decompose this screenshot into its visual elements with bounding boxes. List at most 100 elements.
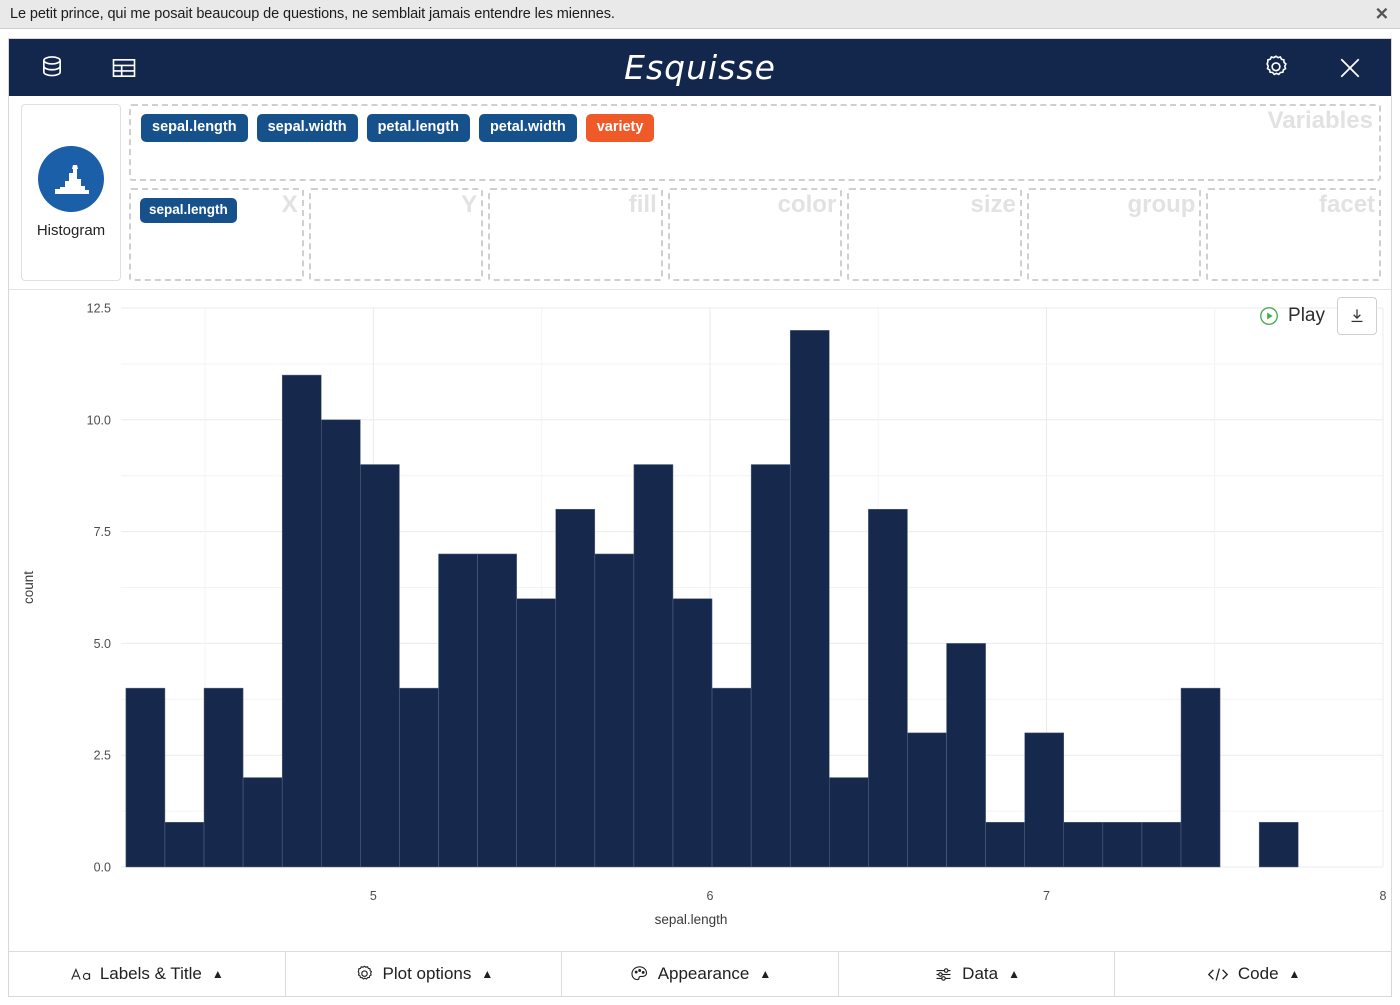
dropzone-size[interactable]: size	[847, 188, 1022, 281]
histogram-bar	[946, 643, 986, 868]
histogram-bar	[242, 777, 283, 868]
x-tick-label: 7	[1043, 889, 1050, 903]
geom-selector-histogram[interactable]: Histogram	[21, 104, 121, 281]
plot-area: Play 0.0 2.5 5.0 7.5 10.0 12.5 5 6 7 8 sepal.lengt…	[9, 289, 1391, 951]
sliders-icon	[933, 964, 954, 985]
data-button[interactable]: Data ▲	[838, 952, 1116, 996]
histogram-bar	[281, 374, 322, 868]
code-icon	[1206, 965, 1230, 984]
dropzone-color-label: color	[777, 191, 837, 219]
plot-options-button[interactable]: Plot options ▲	[285, 952, 563, 996]
x-tick-label: 6	[706, 889, 713, 903]
notification-text: Le petit prince, qui me posait beaucoup …	[10, 6, 615, 22]
histogram-bar	[1102, 822, 1143, 868]
labels-title-label: Labels & Title	[99, 964, 202, 983]
histogram-bar	[438, 553, 478, 868]
histogram-bar	[360, 464, 400, 868]
x-tick-label: 8	[1380, 889, 1387, 903]
dropzone-x[interactable]: X sepal.length	[129, 188, 304, 281]
download-button[interactable]	[1337, 297, 1377, 335]
close-icon[interactable]	[1327, 45, 1373, 91]
navbar-left-icons	[9, 45, 147, 91]
dropzone-facet[interactable]: facet	[1206, 188, 1382, 281]
code-button[interactable]: Code ▲	[1115, 952, 1391, 996]
histogram-bar	[1063, 822, 1104, 868]
dropzone-size-label: size	[970, 191, 1016, 219]
app-navbar: Esquisse	[9, 39, 1391, 96]
x-axis-title: sepal.length	[655, 912, 728, 927]
variable-chip-sepal-length[interactable]: sepal.length	[141, 114, 248, 142]
dropzone-fill[interactable]: fill	[488, 188, 663, 281]
database-icon[interactable]	[29, 45, 75, 91]
dropzone-facet-label: facet	[1319, 191, 1376, 219]
table-icon[interactable]	[101, 45, 147, 91]
download-icon	[1351, 309, 1363, 323]
histogram-bar	[1180, 687, 1221, 868]
y-axis-title: count	[21, 571, 36, 604]
histogram-bar	[868, 508, 908, 868]
controls-area: Histogram Variables sepal.length sepal.w…	[9, 96, 1391, 289]
aesthetics-row: X sepal.length Y fill color size group f…	[129, 188, 1382, 281]
data-label: Data	[962, 964, 999, 983]
caret-up-icon: ▲	[211, 967, 224, 981]
plot-options-label: Plot options	[382, 964, 472, 983]
palette-icon	[629, 964, 650, 985]
histogram-bar	[555, 508, 596, 868]
variable-chip-sepal-width[interactable]: sepal.width	[256, 114, 358, 142]
x-tick-label: 5	[370, 889, 377, 903]
notification-bar: Le petit prince, qui me posait beaucoup …	[0, 0, 1400, 29]
histogram-bar	[633, 464, 674, 868]
dropzone-group[interactable]: group	[1026, 188, 1202, 281]
plot-overlay-controls: Play	[1258, 297, 1377, 335]
histogram-bar	[203, 687, 244, 868]
dropzones: Variables sepal.length sepal.width petal…	[129, 104, 1382, 281]
gear-icon[interactable]	[1253, 45, 1299, 91]
bottom-toolbar: Labels & Title ▲ Plot options ▲ Appearan…	[9, 951, 1391, 996]
caret-up-icon: ▲	[1008, 967, 1020, 981]
y-tick-label: 0.0	[94, 861, 111, 875]
navbar-right-icons	[1253, 45, 1373, 91]
histogram-bar	[1258, 822, 1299, 868]
dropzone-y-label: Y	[461, 191, 478, 219]
dropzone-y[interactable]: Y	[308, 188, 484, 281]
app-title: Esquisse	[624, 48, 776, 87]
histogram-bar	[711, 687, 752, 868]
histogram-bar	[516, 598, 556, 868]
histogram-bar	[321, 419, 361, 868]
histogram-bar	[829, 777, 869, 868]
histogram-bar	[985, 822, 1025, 868]
variables-dropzone[interactable]: Variables sepal.length sepal.width petal…	[129, 104, 1381, 182]
labels-title-button[interactable]: Labels & Title ▲	[9, 952, 286, 996]
y-tick-label: 10.0	[87, 413, 111, 427]
play-button[interactable]: Play	[1258, 305, 1325, 327]
caret-up-icon: ▲	[759, 967, 772, 981]
appearance-label: Appearance	[657, 964, 750, 983]
dropzone-group-label: group	[1127, 191, 1196, 219]
histogram-icon	[38, 146, 104, 212]
y-tick-label: 7.5	[94, 525, 111, 539]
histogram-bar	[789, 330, 830, 868]
variables-zone-label: Variables	[1267, 107, 1373, 134]
histogram-chart: 0.0 2.5 5.0 7.5 10.0 12.5 5 6 7 8 sepal.length coun…	[21, 302, 1387, 928]
dropzone-color[interactable]: color	[667, 188, 843, 281]
variable-chip-variety[interactable]: variety	[585, 114, 655, 142]
y-tick-label: 2.5	[94, 749, 111, 763]
histogram-bar	[1141, 822, 1182, 868]
histogram-bar	[399, 687, 439, 868]
aes-chip-x-sepal-length[interactable]: sepal.length	[140, 198, 237, 223]
dropzone-x-label: X	[281, 191, 298, 219]
histogram-bar	[125, 687, 166, 868]
histogram-bar	[594, 553, 635, 868]
code-label: Code	[1237, 964, 1279, 983]
close-icon[interactable]: ✕	[1375, 6, 1389, 23]
caret-up-icon: ▲	[1288, 967, 1301, 981]
esquisse-app: Esquisse Histogram Variables sepal.lengt…	[8, 38, 1392, 997]
variable-chip-petal-width[interactable]: petal.width	[478, 114, 577, 142]
histogram-bar	[907, 732, 947, 868]
text-aa-icon	[70, 965, 92, 984]
appearance-button[interactable]: Appearance ▲	[562, 952, 839, 996]
histogram-bar	[164, 822, 205, 868]
variable-chip-petal-length[interactable]: petal.length	[366, 114, 470, 142]
gear-icon	[354, 964, 375, 985]
histogram-bar	[477, 553, 517, 868]
